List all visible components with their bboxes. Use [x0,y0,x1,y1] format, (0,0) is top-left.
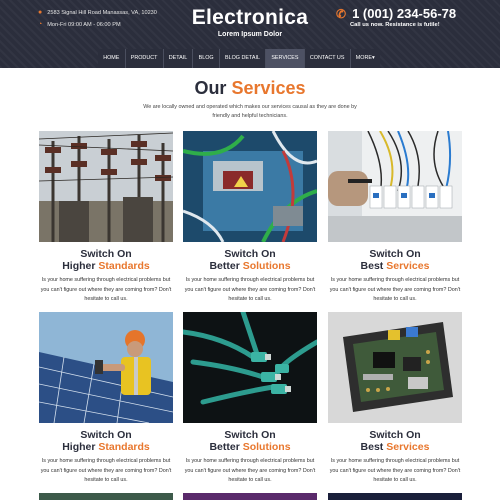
map-pin-icon: ● [38,9,43,16]
card-text: Is your home suffering through electrica… [329,458,461,483]
header-phone[interactable]: ✆ 1 (001) 234-56-78 [336,6,456,21]
card-line1: Switch On [224,429,276,441]
card-text: Is your home suffering through electrica… [329,277,461,302]
card-heading: Switch On Better Solutions [183,429,317,453]
nav-item-blog-detail[interactable]: BLOG DETAIL [220,49,267,68]
phone-icon: ✆ [336,6,347,21]
card-line2-accent: Solutions [242,260,291,272]
card-line2-accent: Standards [98,441,150,453]
site-logo[interactable]: Electronica Lorem Ipsum Dolor [180,5,320,38]
card-line2: Best [360,260,384,272]
card-line2-accent: Standards [98,260,150,272]
card-line2-accent: Services [386,260,430,272]
next-card-image [328,493,462,500]
nav-item-product[interactable]: PRODUCT [126,49,164,68]
card-line2: Best [360,441,384,453]
card-text: Is your home suffering through electrica… [184,458,316,483]
clock-icon: ◔ [38,21,43,28]
address-text: 2583 Signal Hill Road Manassas, VA, 1023… [47,9,157,16]
nav-item-services[interactable]: SERVICES [266,49,305,68]
solar-technician-image [39,312,173,423]
card-line1: Switch On [224,248,276,260]
network-cables-image [183,312,317,423]
card-heading: Switch On Best Services [328,248,462,272]
next-card-image [39,493,173,500]
hours-text: Mon-Fri 09:00 AM - 06:00 PM [47,21,121,28]
card-heading: Switch On Higher Standards [39,248,173,272]
intro-text: We are locally owned and operated which … [143,104,357,119]
card-heading: Switch On Higher Standards [39,429,173,453]
logo-title: Electronica [191,6,309,29]
title-accent: Services [231,78,306,98]
card-line2-accent: Services [386,441,430,453]
circuit-board-image [328,312,462,423]
nav-item-contact[interactable]: CONTACT US [305,49,351,68]
card-text: Is your home suffering through electrica… [184,277,316,302]
phone-tagline: Call us now. Resistance is futile! [350,22,440,28]
card-text: Is your home suffering through electrica… [40,277,172,302]
header-hours: ◔ Mon-Fri 09:00 AM - 06:00 PM [38,21,121,28]
phone-number: 1 (001) 234-56-78 [352,6,457,21]
nav-item-home[interactable]: HOME [98,49,126,68]
card-line1: Switch On [369,429,421,441]
nav-item-more[interactable]: MORE▾ [351,49,380,68]
circuit-wires-image [183,131,317,242]
card-line1: Switch On [80,248,132,260]
card-line2: Better [209,260,240,272]
main-nav: HOME PRODUCT DETAIL BLOG BLOG DETAIL SER… [98,49,380,68]
card-heading: Switch On Best Services [328,429,462,453]
card-text: Is your home suffering through electrica… [40,458,172,483]
card-heading: Switch On Better Solutions [183,248,317,272]
nav-item-detail[interactable]: DETAIL [164,49,194,68]
card-line1: Switch On [369,248,421,260]
card-line2-accent: Solutions [242,441,291,453]
logo-subtitle: Lorem Ipsum Dolor [217,31,283,38]
next-card-image [183,493,317,500]
header-address: ● 2583 Signal Hill Road Manassas, VA, 10… [38,9,157,16]
card-line2: Better [209,441,240,453]
page-title: Our Services [0,78,500,99]
title-plain: Our [194,78,227,98]
breaker-panel-image [328,131,462,242]
card-line2: Higher [62,441,96,453]
card-line1: Switch On [80,429,132,441]
nav-item-blog[interactable]: BLOG [193,49,220,68]
card-line2: Higher [62,260,96,272]
power-substation-image [39,131,173,242]
